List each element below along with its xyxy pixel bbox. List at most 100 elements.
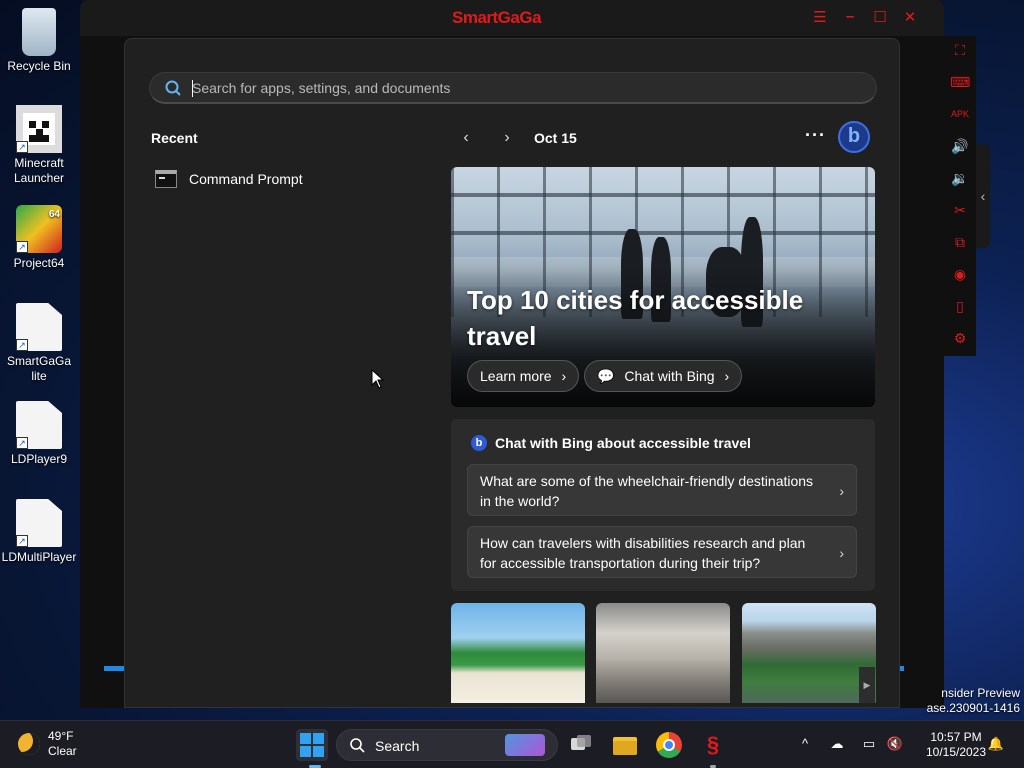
feed-more-button[interactable]: ··· bbox=[805, 125, 826, 146]
location-icon[interactable]: ◉ bbox=[950, 264, 970, 284]
file-icon: ↗ bbox=[16, 401, 62, 449]
hero-image-frame-bar bbox=[451, 231, 875, 235]
project64-badge: 64 bbox=[48, 209, 60, 220]
moon-icon bbox=[18, 733, 40, 755]
recent-heading: Recent bbox=[151, 130, 198, 146]
insider-build-text: ase.230901-1416 bbox=[926, 701, 1020, 715]
file-explorer-icon[interactable] bbox=[609, 729, 641, 761]
taskbar-search[interactable]: Search bbox=[336, 729, 558, 761]
taskbar-clock[interactable]: 10:57 PM 10/15/2023 bbox=[917, 730, 995, 760]
recent-item-label: Command Prompt bbox=[189, 171, 303, 187]
chat-with-bing-label: Chat with Bing bbox=[624, 368, 715, 384]
notification-bell-icon[interactable]: 🔔 bbox=[987, 735, 1005, 753]
emulator-progress-bar-end bbox=[900, 666, 904, 671]
project64-icon: 64 ↗ bbox=[16, 205, 62, 253]
hero-card[interactable]: Top 10 cities for accessible travel Lear… bbox=[451, 167, 875, 407]
smartgaga-title: SmartGaGa bbox=[452, 8, 542, 27]
clock-date: 10/15/2023 bbox=[925, 745, 987, 759]
smartgaga-taskbar-icon[interactable]: § bbox=[697, 729, 729, 761]
network-icon[interactable]: ▭ bbox=[860, 735, 878, 753]
shortcut-arrow-icon: ↗ bbox=[16, 241, 28, 253]
smartgaga-close-button[interactable]: ✕ bbox=[900, 8, 920, 26]
desktop-icon-label: Recycle Bin bbox=[7, 59, 71, 73]
learn-more-label: Learn more bbox=[480, 368, 552, 384]
weather-condition: Clear bbox=[48, 744, 77, 758]
tools-icon[interactable]: ✂ bbox=[950, 200, 970, 220]
bing-question-1[interactable]: What are some of the wheelchair-friendly… bbox=[467, 464, 857, 516]
chat-bubble-icon: 💬 bbox=[597, 368, 615, 384]
desktop-icon-ldplayer9[interactable]: ↗ LDPlayer9 bbox=[1, 401, 77, 467]
chat-with-bing-button[interactable]: 💬 Chat with Bing › bbox=[584, 360, 743, 392]
start-menu: Recent Command Prompt ‹ › Oct 15 ··· b T… bbox=[124, 38, 900, 708]
desktop-icon-project64[interactable]: 64 ↗ Project64 bbox=[1, 205, 77, 271]
feed-date: Oct 15 bbox=[534, 130, 577, 146]
shortcut-arrow-icon: ↗ bbox=[16, 437, 28, 449]
desktop-icon-label: LDPlayer9 bbox=[10, 452, 68, 466]
bing-logo-icon[interactable]: b bbox=[838, 121, 870, 153]
desktop-icon-smartgaga-lite[interactable]: ↗ SmartGaGa lite bbox=[1, 303, 77, 384]
shortcut-arrow-icon: ↗ bbox=[16, 339, 28, 351]
windows-logo-icon bbox=[300, 733, 311, 744]
chevron-right-icon: › bbox=[724, 368, 730, 384]
smartgaga-titlebar[interactable]: SmartGaGa ☰ – ☐ ✕ bbox=[80, 0, 944, 36]
thumbnail-scroll-right-button[interactable]: ▶ bbox=[859, 667, 875, 703]
smartgaga-minimize-button[interactable]: – bbox=[840, 8, 860, 25]
minecraft-icon: ↗ bbox=[16, 105, 62, 153]
shake-icon[interactable]: ▯ bbox=[950, 296, 970, 316]
text-caret bbox=[192, 80, 193, 97]
shortcut-arrow-icon: ↗ bbox=[16, 535, 28, 547]
bing-chat-heading: b Chat with Bing about accessible travel bbox=[471, 435, 751, 451]
learn-more-button[interactable]: Learn more › bbox=[467, 360, 580, 392]
emulator-progress-bar bbox=[104, 666, 124, 671]
command-prompt-icon bbox=[155, 170, 177, 188]
volume-up-icon[interactable]: 🔊 bbox=[950, 136, 970, 156]
desktop-icon-recycle-bin[interactable]: Recycle Bin bbox=[1, 8, 77, 74]
chevron-right-icon: › bbox=[561, 368, 567, 384]
chrome-icon[interactable] bbox=[653, 729, 685, 761]
chevron-right-icon: › bbox=[839, 545, 844, 561]
feed-next-button[interactable]: › bbox=[496, 127, 518, 149]
feed-thumbnail-beach[interactable] bbox=[451, 603, 585, 703]
smartgaga-sidebar: ⛶ ⌨ APK 🔊 🔉 ✂ ⧉ ◉ ▯ ⚙ bbox=[944, 36, 976, 356]
desktop-icon-ldmultiplayer[interactable]: ↗ LDMultiPlayer bbox=[1, 499, 77, 565]
file-icon: ↗ bbox=[16, 303, 62, 351]
fullscreen-icon[interactable]: ⛶ bbox=[950, 40, 970, 60]
hero-image-frame-bar bbox=[451, 193, 875, 197]
smartgaga-menu-button[interactable]: ☰ bbox=[810, 8, 830, 26]
sidebar-collapse-button[interactable]: ‹ bbox=[976, 144, 990, 248]
multi-instance-icon[interactable]: ⧉ bbox=[950, 232, 970, 252]
bing-question-2[interactable]: How can travelers with disabilities rese… bbox=[467, 526, 857, 578]
shortcut-arrow-icon: ↗ bbox=[16, 141, 28, 153]
apk-icon[interactable]: APK bbox=[950, 104, 970, 124]
taskbar: 49°F Clear Search § ^ ☁ ▭ 🔇 10:57 PM 10/… bbox=[0, 720, 1024, 768]
feed-thumbnail-airport[interactable] bbox=[596, 603, 730, 703]
start-button[interactable] bbox=[296, 729, 328, 761]
task-view-icon[interactable] bbox=[565, 729, 597, 761]
start-search-input[interactable] bbox=[192, 78, 852, 98]
mouse-cursor-icon bbox=[371, 369, 385, 389]
bing-chat-card: b Chat with Bing about accessible travel… bbox=[451, 419, 875, 591]
feed-prev-button[interactable]: ‹ bbox=[455, 127, 477, 149]
bing-icon: b bbox=[471, 435, 487, 451]
desktop-icon-label: Project64 bbox=[13, 256, 65, 270]
desktop-icon-label: LDMultiPlayer bbox=[1, 550, 77, 564]
feed-thumbnail-valley[interactable] bbox=[742, 603, 876, 703]
hero-title[interactable]: Top 10 cities for accessible travel bbox=[467, 282, 847, 354]
clock-time: 10:57 PM bbox=[930, 730, 982, 744]
taskbar-search-label: Search bbox=[375, 738, 420, 754]
start-search-box[interactable] bbox=[149, 72, 877, 104]
smartgaga-maximize-button[interactable]: ☐ bbox=[870, 8, 890, 26]
onedrive-icon[interactable]: ☁ bbox=[828, 735, 846, 753]
weather-widget[interactable]: 49°F Clear bbox=[18, 729, 77, 759]
recent-item-command-prompt[interactable]: Command Prompt bbox=[155, 167, 405, 191]
bing-question-text: How can travelers with disabilities rese… bbox=[480, 535, 806, 571]
desktop-icon-label: Minecraft Launcher bbox=[13, 156, 65, 185]
desktop-icon-minecraft-launcher[interactable]: ↗ Minecraft Launcher bbox=[1, 105, 77, 186]
bing-chat-heading-label: Chat with Bing about accessible travel bbox=[495, 435, 751, 451]
keyboard-icon[interactable]: ⌨ bbox=[950, 72, 970, 92]
bing-question-text: What are some of the wheelchair-friendly… bbox=[480, 473, 814, 509]
volume-down-icon[interactable]: 🔉 bbox=[950, 168, 970, 188]
settings-icon[interactable]: ⚙ bbox=[950, 328, 970, 348]
show-hidden-icons-button[interactable]: ^ bbox=[796, 735, 814, 753]
volume-muted-icon[interactable]: 🔇 bbox=[886, 735, 904, 753]
